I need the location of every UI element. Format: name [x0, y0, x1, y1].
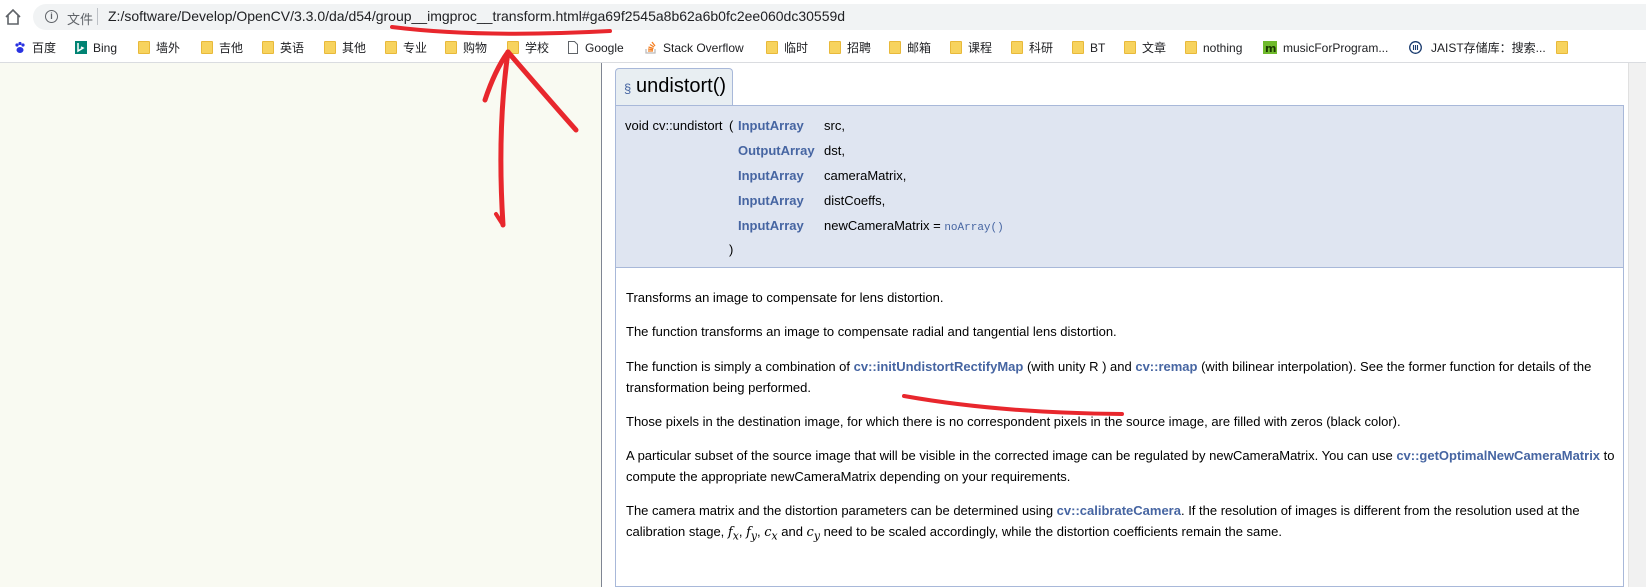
bookmark-label: 其他	[342, 41, 367, 55]
folder-icon	[1556, 41, 1568, 54]
param-type-link[interactable]: InputArray	[738, 168, 804, 183]
default-value: noArray()	[944, 222, 1004, 234]
description-paragraph: The function is simply a combination of …	[626, 356, 1616, 398]
bookmark-label: 文章	[1142, 41, 1167, 55]
math-cx: cx	[764, 525, 777, 543]
math-and: and	[777, 524, 807, 539]
text-run: The function is simply a combination of	[626, 359, 854, 374]
folder-icon	[138, 41, 150, 54]
math-cy: cy	[806, 525, 820, 543]
baidu-paw-icon	[15, 41, 25, 53]
omnibox-separator	[97, 8, 98, 25]
bookmark-label: BT	[1090, 41, 1106, 55]
member-title-tab: § undistort()	[615, 68, 733, 106]
url-text[interactable]: Z:/software/Develop/OpenCV/3.3.0/da/d54/…	[108, 8, 845, 24]
folder-icon	[507, 41, 519, 54]
bookmark-label: JAIST存储库：搜索...	[1431, 41, 1546, 55]
description-paragraph: A particular subset of the source image …	[626, 445, 1616, 487]
bookmark-label: 专业	[403, 41, 428, 55]
text-run: need to be scaled accordingly, while the…	[819, 524, 1282, 539]
bookmark-label: 招聘	[847, 41, 872, 55]
folder-icon	[445, 41, 457, 54]
folder-icon	[889, 41, 901, 54]
folder-icon	[950, 41, 962, 54]
bookmark-label: Stack Overflow	[663, 41, 744, 55]
math-fx: fx	[728, 525, 739, 543]
remap-link[interactable]: cv::remap	[1135, 359, 1197, 374]
folder-icon	[829, 41, 841, 54]
music-m-icon: m	[1263, 41, 1277, 54]
open-paren: (	[729, 118, 734, 133]
nav-tree-pane	[0, 63, 601, 587]
bookmark-label: 学校	[525, 41, 550, 55]
math-fy: fy	[746, 525, 757, 543]
bookmark-label: 购物	[463, 41, 488, 55]
vertical-scrollbar[interactable]	[1628, 63, 1646, 587]
close-paren: )	[729, 242, 734, 257]
folder-icon	[766, 41, 778, 54]
text-run: The camera matrix and the distortion par…	[626, 503, 1057, 518]
function-prototype: void cv::undistort ( InputArray src, Out…	[615, 105, 1624, 268]
bookmark-label: 课程	[968, 41, 993, 55]
getoptimalnewcameramatrix-link[interactable]: cv::getOptimalNewCameraMatrix	[1396, 448, 1600, 463]
function-title: undistort()	[636, 75, 727, 97]
folder-icon	[1124, 41, 1136, 54]
math-comma: ,	[738, 524, 747, 539]
bookmark-label: nothing	[1203, 41, 1243, 55]
bookmarks-bar: 百度 Bing 墙外 吉他 英语 其他 专业 购物 学校 Google Stac…	[0, 34, 1646, 63]
description-paragraph: The camera matrix and the distortion par…	[626, 500, 1616, 547]
folder-icon	[324, 41, 336, 54]
math-symbol: c	[764, 525, 772, 540]
description-paragraph: Those pixels in the destination image, f…	[626, 414, 1401, 429]
param-type-link[interactable]: InputArray	[738, 218, 804, 233]
bookmark-label: 吉他	[219, 41, 244, 55]
bookmark-label: 临时	[784, 41, 809, 55]
prototype-prefix: void cv::undistort	[625, 118, 723, 133]
svg-text:m: m	[1265, 42, 1276, 54]
address-bar: i 文件 Z:/software/Develop/OpenCV/3.3.0/da…	[0, 0, 1646, 33]
description-paragraph: The function transforms an image to comp…	[626, 324, 1117, 339]
bookmark-label: 墙外	[156, 41, 181, 55]
folder-icon	[385, 41, 397, 54]
math-symbol: c	[806, 525, 814, 540]
initundistortrectifymap-link[interactable]: cv::initUndistortRectifyMap	[854, 359, 1024, 374]
param-name: src,	[824, 118, 845, 133]
param-name: newCameraMatrix	[824, 218, 930, 233]
info-icon[interactable]: i	[45, 10, 58, 23]
scheme-label: 文件	[67, 12, 94, 27]
text-run: A particular subset of the source image …	[626, 448, 1397, 463]
omnibox[interactable]: i 文件 Z:/software/Develop/OpenCV/3.3.0/da…	[33, 4, 1646, 30]
param-name: dst,	[824, 143, 845, 158]
folder-icon	[201, 41, 213, 54]
calibratecamera-link[interactable]: cv::calibrateCamera	[1057, 503, 1181, 518]
folder-icon	[1185, 41, 1197, 54]
param-name-with-default: newCameraMatrix = noArray()	[824, 218, 1004, 234]
param-type-link[interactable]: OutputArray	[738, 143, 815, 158]
folder-icon	[1011, 41, 1023, 54]
section-anchor-link[interactable]: §	[624, 81, 631, 96]
param-name: distCoeffs,	[824, 193, 886, 208]
folder-icon	[1072, 41, 1084, 54]
bookmark-label: Google	[585, 41, 624, 55]
default-equals: =	[929, 218, 945, 233]
bookmark-label: musicForProgram...	[1283, 41, 1389, 55]
param-type-link[interactable]: InputArray	[738, 193, 804, 208]
bookmark-label: 英语	[280, 41, 305, 55]
bookmark-label: 百度	[32, 41, 57, 55]
stackoverflow-icon	[645, 41, 656, 54]
home-icon[interactable]	[4, 8, 22, 26]
page-icon	[568, 41, 578, 54]
bing-icon	[75, 41, 87, 54]
bookmark-label: 邮箱	[907, 41, 932, 55]
folder-icon	[262, 41, 274, 54]
bookmark-label: 科研	[1029, 41, 1054, 55]
param-type-link[interactable]: InputArray	[738, 118, 804, 133]
description-paragraph: Transforms an image to compensate for le…	[626, 290, 944, 305]
jaist-icon	[1409, 41, 1422, 54]
text-run: (with unity R ) and	[1023, 359, 1136, 374]
function-description: Transforms an image to compensate for le…	[615, 268, 1624, 587]
param-name: cameraMatrix,	[824, 168, 907, 183]
bookmark-label: Bing	[93, 41, 118, 55]
